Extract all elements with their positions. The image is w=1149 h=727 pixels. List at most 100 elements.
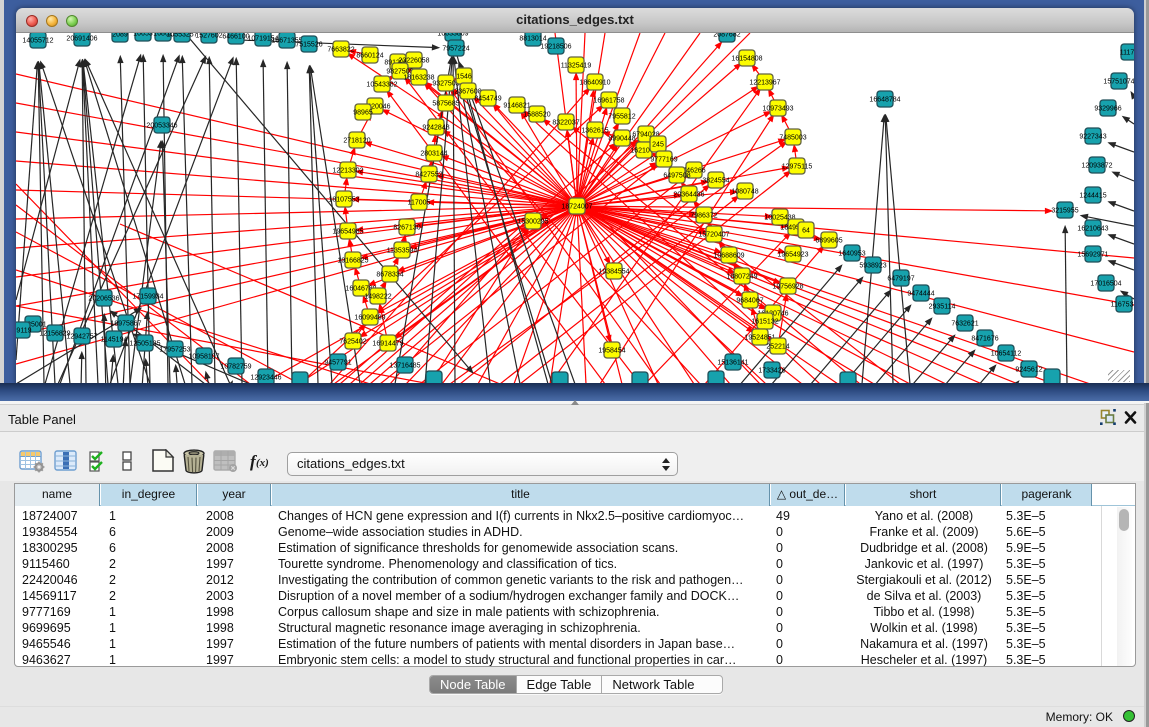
svg-text:19218506: 19218506 xyxy=(540,44,571,51)
svg-text:19654923: 19654923 xyxy=(777,252,808,259)
svg-text:1546: 1546 xyxy=(456,74,472,81)
svg-text:9146821: 9146821 xyxy=(503,103,530,110)
svg-text:10782759: 10782759 xyxy=(220,364,251,371)
svg-text:20053346: 20053346 xyxy=(146,123,177,130)
svg-text:5875685: 5875685 xyxy=(432,101,459,108)
svg-text:12942757: 12942757 xyxy=(66,334,97,341)
svg-text:19166825: 19166825 xyxy=(337,258,368,265)
svg-text:11353594: 11353594 xyxy=(387,248,418,255)
svg-text:10653: 10653 xyxy=(133,33,153,38)
svg-text:9329966: 9329966 xyxy=(1094,106,1121,113)
svg-text:16099489: 16099489 xyxy=(354,315,385,322)
svg-text:16961758: 16961758 xyxy=(593,98,624,105)
svg-text:2718120: 2718120 xyxy=(343,138,370,145)
svg-text:8322037: 8322037 xyxy=(552,120,579,127)
svg-text:20364436: 20364436 xyxy=(673,192,704,199)
svg-text:17159934: 17159934 xyxy=(132,294,163,301)
svg-text:18724007: 18724007 xyxy=(561,204,592,211)
svg-text:11325419: 11325419 xyxy=(561,63,592,70)
svg-text:17957253: 17957253 xyxy=(159,347,190,354)
svg-text:8660124: 8660124 xyxy=(356,53,383,60)
svg-text:2803144: 2803144 xyxy=(420,151,447,158)
svg-text:64: 64 xyxy=(802,228,810,235)
svg-text:7485003: 7485003 xyxy=(779,135,806,142)
svg-text:7955812: 7955812 xyxy=(608,114,635,121)
svg-text:10958107: 10958107 xyxy=(188,354,219,361)
svg-text:98965: 98965 xyxy=(353,110,373,117)
svg-text:16210643: 16210643 xyxy=(1077,226,1108,233)
svg-text:1733426: 1733426 xyxy=(758,368,785,375)
svg-text:14055712: 14055712 xyxy=(22,38,53,45)
svg-text:1958454: 1958454 xyxy=(598,348,625,355)
svg-text:2367608: 2367608 xyxy=(454,89,481,96)
svg-text:9474444: 9474444 xyxy=(907,291,934,298)
svg-text:12975115: 12975115 xyxy=(782,164,813,171)
svg-text:18107553: 18107553 xyxy=(328,197,359,204)
svg-text:18640910: 18640910 xyxy=(579,80,610,87)
svg-text:19756928: 19756928 xyxy=(772,284,803,291)
svg-text:9684067: 9684067 xyxy=(736,298,763,305)
svg-text:7625402: 7625402 xyxy=(339,339,366,346)
svg-text:15720407: 15720407 xyxy=(698,232,729,239)
svg-text:1080748: 1080748 xyxy=(731,189,758,196)
svg-text:1167533: 1167533 xyxy=(1111,302,1134,309)
svg-text:1145194: 1145194 xyxy=(101,337,128,344)
svg-text:15136141: 15136141 xyxy=(717,360,748,367)
svg-text:1640953: 1640953 xyxy=(838,251,865,258)
svg-text:13716485: 13716485 xyxy=(389,363,420,370)
svg-text:16648784: 16648784 xyxy=(869,97,900,104)
svg-text:20691406: 20691406 xyxy=(66,36,97,43)
svg-text:2087682: 2087682 xyxy=(713,33,740,39)
svg-text:6497508: 6497508 xyxy=(663,173,690,180)
svg-text:2935114: 2935114 xyxy=(929,304,956,311)
svg-text:(x): (x) xyxy=(256,457,269,469)
svg-text:8471676: 8471676 xyxy=(971,336,998,343)
svg-text:3215955: 3215955 xyxy=(1051,208,1078,215)
svg-text:17016504: 17016504 xyxy=(1090,281,1121,288)
svg-text:18807249: 18807249 xyxy=(726,274,757,281)
svg-text:10654112: 10654112 xyxy=(991,351,1022,358)
svg-text:11174: 11174 xyxy=(1120,50,1134,57)
svg-text:9245612: 9245612 xyxy=(1015,367,1042,374)
svg-text:5938923: 5938923 xyxy=(859,263,886,270)
svg-text:9242848: 9242848 xyxy=(422,125,449,132)
svg-text:16154808: 16154808 xyxy=(731,56,762,63)
svg-text:6899605: 6899605 xyxy=(815,238,842,245)
svg-text:1362615: 1362615 xyxy=(581,128,608,135)
svg-text:8427552: 8427552 xyxy=(415,172,442,179)
svg-text:39119: 39119 xyxy=(16,328,32,335)
svg-text:12093872: 12093872 xyxy=(1081,163,1112,170)
svg-text:10543382: 10543382 xyxy=(366,82,397,89)
svg-text:6466100: 6466100 xyxy=(222,34,249,41)
svg-text:252214: 252214 xyxy=(766,344,789,351)
svg-text:20206536: 20206536 xyxy=(88,296,119,303)
svg-text:1498222: 1498222 xyxy=(364,294,391,301)
svg-text:1615132: 1615132 xyxy=(751,319,778,326)
svg-text:245: 245 xyxy=(652,142,664,149)
svg-text:2089: 2089 xyxy=(112,33,128,39)
svg-text:10033809: 10033809 xyxy=(437,33,468,38)
svg-text:6479197: 6479197 xyxy=(887,276,914,283)
svg-text:10973493: 10973493 xyxy=(762,106,793,113)
svg-text:8454749: 8454749 xyxy=(474,96,501,103)
svg-text:9227343: 9227343 xyxy=(1079,134,1106,141)
svg-text:15751074: 15751074 xyxy=(1103,79,1134,86)
svg-text:7957224: 7957224 xyxy=(442,46,469,53)
svg-text:8678334: 8678334 xyxy=(376,272,403,279)
svg-text:9777169: 9777169 xyxy=(650,157,677,164)
svg-text:19654985: 19654985 xyxy=(332,229,363,236)
svg-text:7663822: 7663822 xyxy=(327,47,354,54)
svg-text:8267130: 8267130 xyxy=(393,225,420,232)
svg-text:3824554: 3824554 xyxy=(702,178,729,185)
svg-text:8813014: 8813014 xyxy=(519,36,546,43)
svg-text:117005: 117005 xyxy=(408,200,431,207)
svg-text:18163238: 18163238 xyxy=(403,75,434,82)
svg-text:12923446: 12923446 xyxy=(250,375,281,382)
svg-text:12213967: 12213967 xyxy=(749,80,780,87)
svg-text:10553257: 10553257 xyxy=(166,33,197,39)
svg-text:19384554: 19384554 xyxy=(598,269,629,276)
svg-text:1588520: 1588520 xyxy=(523,112,550,119)
svg-text:10688609: 10688609 xyxy=(713,253,744,260)
svg-text:7986372: 7986372 xyxy=(690,213,717,220)
svg-text:16914479: 16914479 xyxy=(372,341,403,348)
